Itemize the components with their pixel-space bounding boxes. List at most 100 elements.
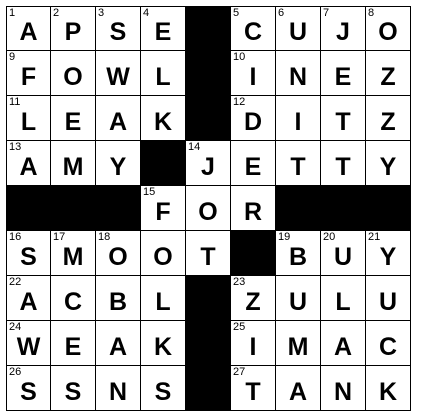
clue-number: 14 xyxy=(188,141,201,153)
block-cell xyxy=(6,186,51,231)
grid-cell[interactable]: C xyxy=(51,276,96,321)
grid-cell[interactable]: A xyxy=(96,96,141,141)
cell-letter: K xyxy=(153,333,173,361)
cell-letter: O xyxy=(63,63,83,91)
grid-cell[interactable]: 4E xyxy=(141,6,186,51)
grid-cell[interactable]: O xyxy=(186,186,231,231)
block-cell xyxy=(186,276,231,321)
grid-cell[interactable]: 13 A xyxy=(6,141,51,186)
grid-cell[interactable]: 27 T xyxy=(231,366,276,411)
grid-cell[interactable]: E xyxy=(51,96,96,141)
grid-cell[interactable]: E xyxy=(321,51,366,96)
grid-cell[interactable]: 21 Y xyxy=(366,231,411,276)
grid-cell[interactable]: 19 B xyxy=(276,231,321,276)
grid-cell[interactable]: 5C xyxy=(231,6,276,51)
clue-number: 17 xyxy=(53,231,66,243)
grid-cell[interactable]: Y xyxy=(366,141,411,186)
grid-cell[interactable]: 11 L xyxy=(6,96,51,141)
clue-number: 18 xyxy=(98,231,111,243)
grid-cell[interactable]: 14 J xyxy=(186,141,231,186)
grid-cell[interactable]: S xyxy=(51,366,96,411)
cell-letter: U xyxy=(288,18,308,46)
cell-letter: U xyxy=(288,288,308,316)
grid-cell[interactable]: E xyxy=(231,141,276,186)
grid-cell[interactable]: A xyxy=(321,321,366,366)
grid-cell[interactable]: 12 D xyxy=(231,96,276,141)
grid-cell[interactable]: 16 S xyxy=(6,231,51,276)
grid-cell[interactable]: 26 S xyxy=(6,366,51,411)
cell-letter: W xyxy=(106,63,130,91)
grid-cell[interactable]: 23 Z xyxy=(231,276,276,321)
grid-cell[interactable]: Y xyxy=(96,141,141,186)
cell-letter: S xyxy=(20,378,37,406)
cell-letter: S xyxy=(154,378,172,406)
grid-cell[interactable]: O xyxy=(51,51,96,96)
cell-letter: T xyxy=(335,153,351,181)
cell-letter: E xyxy=(244,153,262,181)
grid-cell[interactable]: 1A xyxy=(6,6,51,51)
cell-letter: U xyxy=(333,243,353,271)
grid-cell[interactable]: U xyxy=(276,276,321,321)
grid-cell[interactable]: N xyxy=(321,366,366,411)
grid-cell[interactable]: 10 I xyxy=(231,51,276,96)
grid-cell[interactable]: 22 A xyxy=(6,276,51,321)
grid-cell[interactable]: L xyxy=(141,51,186,96)
grid-cell[interactable]: 17 M xyxy=(51,231,96,276)
grid-cell[interactable]: 24 W xyxy=(6,321,51,366)
cell-letter: I xyxy=(249,333,257,361)
grid-cell[interactable]: 15 F xyxy=(141,186,186,231)
grid-cell[interactable]: 3S xyxy=(96,6,141,51)
cell-letter: S xyxy=(64,378,82,406)
grid-cell[interactable]: I xyxy=(276,96,321,141)
grid-cell[interactable]: 25 I xyxy=(231,321,276,366)
block-cell xyxy=(366,186,411,231)
grid-cell[interactable]: O xyxy=(141,231,186,276)
grid-cell[interactable]: Z xyxy=(366,51,411,96)
cell-letter: L xyxy=(20,108,37,136)
cell-letter: P xyxy=(64,18,82,46)
grid-cell[interactable]: U xyxy=(366,276,411,321)
grid-cell[interactable]: A xyxy=(96,321,141,366)
grid-cell[interactable]: T xyxy=(186,231,231,276)
grid-cell[interactable]: T xyxy=(276,141,321,186)
grid-cell[interactable]: W xyxy=(96,51,141,96)
grid-cell[interactable]: 20 U xyxy=(321,231,366,276)
grid-cell[interactable]: E xyxy=(51,321,96,366)
cell-letter: S xyxy=(20,243,37,271)
grid-cell[interactable]: 2P xyxy=(51,6,96,51)
cell-letter: T xyxy=(245,378,261,406)
cell-letter: L xyxy=(155,288,171,316)
grid-cell[interactable]: T xyxy=(321,96,366,141)
clue-number: 24 xyxy=(9,321,22,333)
grid-cell[interactable]: K xyxy=(366,366,411,411)
grid-cell[interactable]: 9F xyxy=(6,51,51,96)
grid-cell[interactable]: 6U xyxy=(276,6,321,51)
block-cell xyxy=(186,6,231,51)
grid-cell[interactable]: M xyxy=(276,321,321,366)
grid-cell[interactable]: N xyxy=(276,51,321,96)
grid-cell[interactable]: Z xyxy=(366,96,411,141)
grid-cell[interactable]: B xyxy=(96,276,141,321)
grid-cell[interactable]: K xyxy=(141,96,186,141)
grid-cell[interactable]: 7J xyxy=(321,6,366,51)
grid-cell[interactable]: M xyxy=(51,141,96,186)
grid-cell[interactable]: L xyxy=(141,276,186,321)
grid-cell[interactable]: A xyxy=(276,366,321,411)
cell-letter: F xyxy=(20,63,37,91)
cell-letter: C xyxy=(243,18,263,46)
block-cell xyxy=(186,321,231,366)
grid-cell[interactable]: 18 O xyxy=(96,231,141,276)
clue-number: 27 xyxy=(233,366,246,378)
cell-letter: J xyxy=(336,18,350,46)
grid-cell[interactable]: K xyxy=(141,321,186,366)
cell-letter: I xyxy=(294,108,302,136)
cell-letter: Y xyxy=(379,153,397,181)
grid-cell[interactable]: C xyxy=(366,321,411,366)
grid-cell[interactable]: S xyxy=(141,366,186,411)
grid-cell[interactable]: L xyxy=(321,276,366,321)
grid-cell[interactable]: N xyxy=(96,366,141,411)
grid-cell[interactable]: 8O xyxy=(366,6,411,51)
grid-cell[interactable]: R xyxy=(231,186,276,231)
grid-cell[interactable]: T xyxy=(321,141,366,186)
cell-letter: N xyxy=(288,63,308,91)
